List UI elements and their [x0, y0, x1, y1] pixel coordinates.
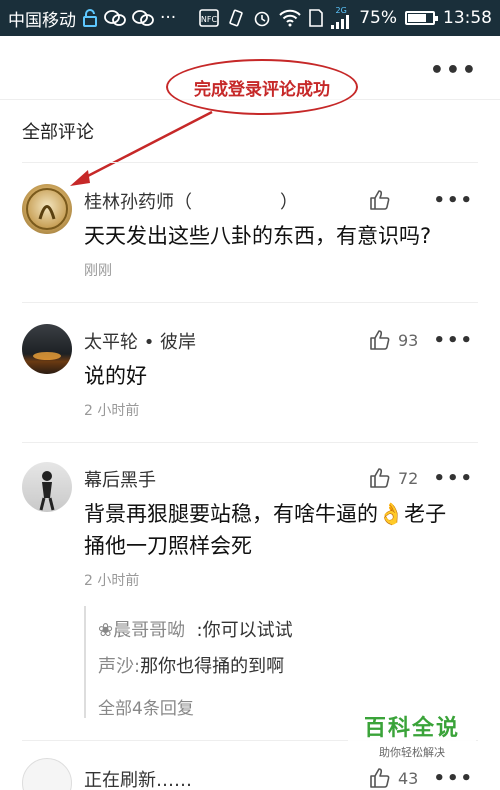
- watermark-logo: 百科全说 助你轻松解决: [348, 706, 476, 764]
- svg-text:NFC: NFC: [201, 15, 218, 24]
- thumbs-up-icon: [370, 768, 390, 788]
- more-dots-icon[interactable]: •••: [433, 190, 474, 211]
- comment-author[interactable]: 桂林孙药师（ ）: [84, 188, 298, 214]
- reply-item[interactable]: 声沙:那你也得捅的到啊: [98, 652, 284, 678]
- nfc-icon: NFC: [199, 9, 220, 27]
- comment-text: 天天发出这些八卦的东西，有意识吗?: [84, 224, 432, 248]
- avatar[interactable]: [22, 758, 72, 790]
- like-count: 93: [398, 330, 419, 350]
- author-name[interactable]: 桂林孙药师（: [84, 192, 192, 213]
- like-button[interactable]: 72: [368, 466, 418, 490]
- divider: [22, 442, 478, 443]
- redaction: [192, 193, 280, 213]
- author-name[interactable]: 幕后黑手: [84, 466, 156, 492]
- comment-text: 背景再狠腿要站稳，有啥牛逼的👌老子捅他一刀照样会死: [84, 502, 447, 558]
- like-count: 72: [398, 468, 419, 488]
- reply-thread: ❀晨哥哥呦 :你可以试试 声沙:那你也得捅的到啊 全部4条回复: [84, 606, 384, 719]
- clock: 13:58: [443, 8, 492, 28]
- author-name-suffix: ）: [280, 192, 298, 213]
- battery-icon: [405, 11, 438, 25]
- reply-author[interactable]: ❀晨哥哥呦: [98, 620, 185, 641]
- thumbs-up-icon: [370, 330, 390, 350]
- like-button[interactable]: [368, 188, 398, 212]
- avatar[interactable]: [22, 462, 72, 512]
- lock-icon: [82, 9, 98, 27]
- avatar[interactable]: [22, 184, 72, 234]
- more-dots-icon[interactable]: •••: [430, 58, 478, 83]
- signal-icon: 2G: [331, 7, 351, 29]
- comment-text: 说的好: [84, 364, 147, 388]
- divider: [22, 302, 478, 303]
- reply-author[interactable]: 声沙:: [98, 656, 140, 677]
- reply-item[interactable]: ❀晨哥哥呦 :你可以试试: [98, 616, 293, 642]
- like-button[interactable]: 93: [368, 328, 418, 352]
- comment-time: 2 小时前: [84, 573, 140, 589]
- network-type-label: 2G: [335, 6, 347, 15]
- author-name[interactable]: 正在刷新……: [84, 766, 192, 790]
- watermark-title: 百科全说: [363, 716, 460, 741]
- battery-percent: 75%: [359, 8, 397, 28]
- divider: [22, 162, 478, 163]
- comment-time: 2 小时前: [84, 403, 140, 419]
- more-dots-icon[interactable]: •••: [433, 468, 474, 489]
- wechat-icon: [104, 9, 126, 27]
- carrier-label: 中国移动: [8, 10, 76, 31]
- more-dots-icon[interactable]: •••: [433, 330, 474, 351]
- like-count: 43: [398, 768, 419, 788]
- vibrate-icon: [227, 9, 245, 27]
- avatar[interactable]: [22, 324, 72, 374]
- more-notifications-icon: ···: [160, 8, 177, 28]
- view-all-replies-link[interactable]: 全部4条回复: [98, 694, 194, 719]
- more-dots-icon[interactable]: •••: [433, 768, 474, 789]
- sim-card-icon: [309, 9, 324, 27]
- watermark-subtitle: 助你轻松解决: [379, 746, 445, 759]
- wifi-icon: [279, 9, 301, 27]
- alarm-icon: [253, 9, 271, 27]
- thumbs-up-icon: [370, 468, 390, 488]
- like-button[interactable]: 43: [368, 766, 418, 790]
- status-bar: 中国移动 ··· NFC 2G 75% 13:58: [0, 0, 500, 36]
- annotation-callout: 完成登录评论成功: [166, 59, 358, 115]
- reply-text: :你可以试试: [196, 620, 293, 641]
- section-title: 全部评论: [22, 122, 94, 143]
- thumbs-up-icon: [370, 190, 390, 210]
- reply-text: 那你也得捅的到啊: [140, 656, 285, 677]
- wechat-icon: [132, 9, 154, 27]
- author-name[interactable]: 太平轮 • 彼岸: [84, 328, 196, 354]
- comment-time: 刚刚: [84, 263, 112, 279]
